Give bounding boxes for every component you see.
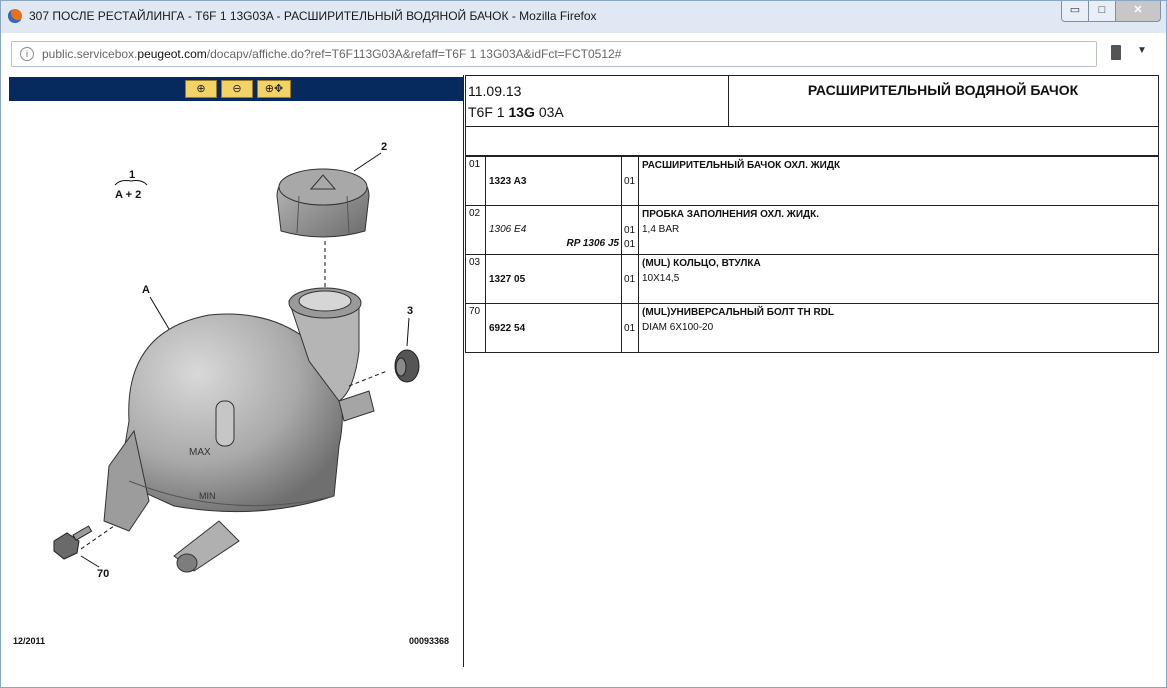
- qty-cell: 01: [621, 303, 639, 353]
- code-part-b: 13G: [508, 104, 535, 120]
- url-prefix: public.servicebox.: [42, 47, 138, 61]
- ref-number: 03: [469, 257, 481, 268]
- minimize-button[interactable]: ▭: [1061, 1, 1089, 22]
- header-date: 11.09.13: [468, 83, 522, 99]
- callout-bolt-leader: [80, 555, 100, 568]
- diagram-number: 00093368: [409, 636, 450, 646]
- page-content: ⊕ ⊖ ⊕✥ 1 A + 2 2 A MAX MIN 3 70 12/2011 …: [9, 75, 1159, 667]
- description-cell: (MUL) КОЛЬЦО, ВТУЛКА 10X14,5: [638, 254, 1159, 304]
- qty-cell: 01 01: [621, 205, 639, 255]
- callout-seal: 3: [407, 305, 413, 317]
- window-title: 307 ПОСЛЕ РЕСТАЙЛИНГА - T6F 1 13G03A - Р…: [29, 9, 597, 23]
- expansion-tank: MAX MIN: [103, 287, 388, 573]
- ref-cell: 70: [465, 303, 486, 353]
- bolt: [53, 525, 93, 560]
- callout-bolt: 70: [97, 568, 109, 580]
- part-spec: DIAM 6X100-20: [642, 322, 714, 333]
- callout-cap-leader: [353, 152, 382, 172]
- diagram-date: 12/2011: [13, 636, 46, 646]
- max-marking: MAX: [189, 447, 211, 458]
- parts-pane: 11.09.13 T6F 1 13G 03A РАСШИРИТЕЛЬНЫЙ ВО…: [465, 75, 1159, 667]
- seal-ring: [394, 349, 420, 383]
- part-cell: 6922 54: [485, 303, 622, 353]
- quantity-alt: 01: [624, 239, 636, 250]
- callout-tank: A: [142, 284, 150, 296]
- part-number[interactable]: 1323 A3: [489, 176, 526, 187]
- description-cell: РАСШИРИТЕЛЬНЫЙ БАЧОК ОХЛ. ЖИДК: [638, 156, 1159, 206]
- header-meta: 11.09.13 T6F 1 13G 03A: [466, 76, 729, 126]
- callout-seal-leader: [406, 317, 410, 347]
- zoom-out-button[interactable]: ⊖: [221, 80, 253, 98]
- exploded-diagram: 1 A + 2 2 A MAX MIN 3 70 12/2011 0009336…: [9, 101, 463, 667]
- ref-number: 01: [469, 159, 481, 170]
- ref-cell: 02: [465, 205, 486, 255]
- description-cell: (MUL)УНИВЕРСАЛЬНЫЙ БОЛТ TH RDL DIAM 6X100…: [638, 303, 1159, 353]
- quantity: 01: [624, 323, 636, 334]
- parts-row[interactable]: 01 1323 A3 01 РАСШИРИТЕЛЬНЫЙ БАЧОК ОХЛ. ЖИД…: [465, 156, 1159, 206]
- qty-cell: 01: [621, 156, 639, 206]
- url-text[interactable]: public.servicebox.peugeot.com/docapv/aff…: [42, 47, 621, 61]
- ref-number: 70: [469, 306, 481, 317]
- ref-cell: 03: [465, 254, 486, 304]
- header-code: T6F 1 13G 03A: [468, 104, 564, 120]
- part-spec: 1,4 BAR: [642, 224, 680, 235]
- quantity: 01: [624, 274, 636, 285]
- ref-number: 02: [469, 208, 481, 219]
- title-bar: 307 ПОСЛЕ РЕСТАЙЛИНГА - T6F 1 13G03A - Р…: [1, 1, 1166, 33]
- qty-cell: 01: [621, 254, 639, 304]
- firefox-logo-icon: [8, 9, 22, 23]
- part-cell: 1323 A3: [485, 156, 622, 206]
- parts-row[interactable]: 70 6922 54 01 (MUL)УНИВЕРСАЛЬНЫЙ БОЛТ TH RD…: [465, 303, 1159, 353]
- filler-cap: [276, 168, 370, 238]
- min-marking: MIN: [199, 491, 216, 501]
- callout-group-sub: A + 2: [115, 189, 141, 201]
- page-title: РАСШИРИТЕЛЬНЫЙ ВОДЯНОЙ БАЧОК: [807, 82, 1079, 98]
- callout-group: 1: [129, 169, 135, 181]
- part-cell: 1327 05: [485, 254, 622, 304]
- ref-cell: 01: [465, 156, 486, 206]
- diagram-svg: 1 A + 2 2 A MAX MIN 3 70: [53, 141, 420, 580]
- reader-view-icon[interactable]: [1111, 45, 1121, 60]
- part-name: ПРОБКА ЗАПОЛНЕНИЯ ОХЛ. ЖИДК.: [642, 209, 820, 220]
- url-suffix: /docapv/affiche.do?ref=T6F113G03A&refaff…: [206, 47, 622, 61]
- callout-cap: 2: [381, 141, 387, 153]
- globe-icon[interactable]: i: [20, 47, 34, 61]
- parts-row[interactable]: 02 1306 E4 RP 1306 J5 01 01 ПРОБКА ЗАПОЛНЕНИЯ…: [465, 205, 1159, 255]
- address-bar[interactable]: i public.servicebox.peugeot.com/docapv/a…: [11, 41, 1097, 67]
- callout-tank-leader: [149, 296, 170, 330]
- part-name: (MUL)УНИВЕРСАЛЬНЫЙ БОЛТ TH RDL: [642, 307, 835, 318]
- callout-brace: [114, 180, 148, 186]
- description-cell: ПРОБКА ЗАПОЛНЕНИЯ ОХЛ. ЖИДК. 1,4 BAR: [638, 205, 1159, 255]
- part-name: РАСШИРИТЕЛЬНЫЙ БАЧОК ОХЛ. ЖИДК: [642, 160, 841, 171]
- header-strip: [465, 125, 1159, 156]
- parts-table: 01 1323 A3 01 РАСШИРИТЕЛЬНЫЙ БАЧОК ОХЛ. ЖИД…: [465, 156, 1159, 353]
- part-number-old: 1306 E4: [489, 224, 527, 235]
- viewer-toolbar: ⊕ ⊖ ⊕✥: [9, 77, 463, 101]
- quantity: 01: [624, 225, 636, 236]
- code-part-c: 03A: [534, 104, 564, 120]
- zoom-move-button[interactable]: ⊕✥: [257, 80, 291, 98]
- code-part-a: T6F 1: [468, 104, 509, 120]
- quantity: 01: [624, 176, 636, 187]
- parts-row[interactable]: 03 1327 05 01 (MUL) КОЛЬЦО, ВТУЛКА 10X14,5: [465, 254, 1159, 304]
- url-domain: peugeot.com: [137, 47, 207, 61]
- part-spec: 10X14,5: [642, 273, 680, 284]
- browser-window: 307 ПОСЛЕ РЕСТАЙЛИНГА - T6F 1 13G03A - Р…: [0, 0, 1167, 688]
- part-replacement[interactable]: RP 1306 J5: [567, 238, 619, 249]
- close-button[interactable]: ✕: [1115, 1, 1161, 22]
- part-number[interactable]: 1327 05: [489, 274, 525, 285]
- maximize-button[interactable]: □: [1088, 1, 1116, 22]
- part-number[interactable]: 6922 54: [489, 323, 525, 334]
- zoom-in-button[interactable]: ⊕: [185, 80, 217, 98]
- part-name: (MUL) КОЛЬЦО, ВТУЛКА: [642, 258, 761, 269]
- part-cell: 1306 E4 RP 1306 J5: [485, 205, 622, 255]
- menu-dropdown-icon[interactable]: ▼: [1137, 45, 1147, 56]
- parts-header: 11.09.13 T6F 1 13G 03A РАСШИРИТЕЛЬНЫЙ ВО…: [465, 75, 1159, 127]
- diagram-pane: ⊕ ⊖ ⊕✥ 1 A + 2 2 A MAX MIN 3 70 12/2011 …: [9, 75, 464, 667]
